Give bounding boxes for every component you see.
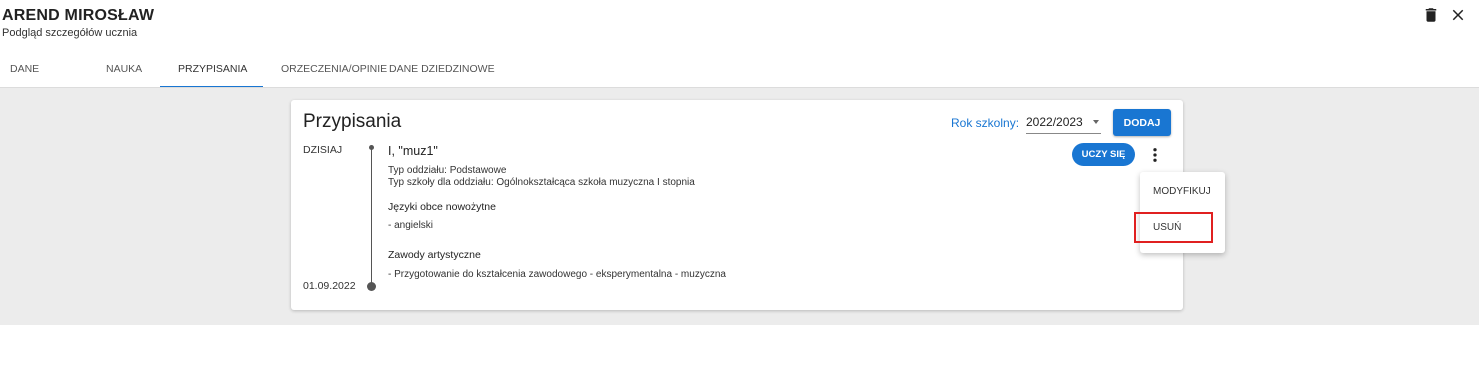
timeline-dot-bottom — [367, 282, 376, 291]
card-title: Przypisania — [303, 111, 402, 132]
languages-title: Języki obce nowożytne — [388, 201, 496, 213]
dialog-subtitle: Podgląd szczegółów ucznia — [2, 27, 138, 39]
tab-orzeczenia-opinie[interactable]: ORZECZENIA/OPINIE — [263, 52, 389, 88]
tab-dane-dziedzinowe[interactable]: DANE DZIEDZINOWE — [389, 52, 529, 88]
status-badge[interactable]: UCZY SIĘ — [1072, 143, 1135, 166]
menu-item-modify[interactable]: MODYFIKUJ — [1153, 186, 1211, 197]
school-year-label: Rok szkolny: — [951, 116, 1020, 130]
languages-value: - angielski — [388, 220, 434, 231]
timeline-dot-top — [369, 145, 374, 150]
branch-type: Typ oddziału: Podstawowe — [388, 165, 507, 176]
tab-przypisania[interactable]: PRZYPISANIA — [160, 52, 263, 88]
chevron-down-icon — [1093, 120, 1099, 124]
tab-bar: DANE IDENT. NAUKA PRZYPISANIA ORZECZENIA… — [0, 52, 529, 109]
trash-icon[interactable] — [1422, 6, 1440, 24]
assignments-card: Przypisania Rok szkolny: 2022/2023 DODAJ… — [291, 100, 1183, 310]
school-year-select[interactable]: 2022/2023 — [1026, 110, 1101, 134]
tab-nauka[interactable]: NAUKA — [80, 52, 160, 88]
highlight-box — [1134, 212, 1213, 243]
school-type: Typ szkoły dla oddziału: Ogólnokształcąc… — [388, 177, 695, 188]
tab-dane-ident[interactable]: DANE IDENT. — [0, 52, 80, 109]
student-name: AREND MIROSŁAW — [2, 7, 155, 24]
school-year-value: 2022/2023 — [1026, 115, 1083, 129]
timeline-date-today: DZISIAJ — [303, 144, 343, 156]
dialog-header: AREND MIROSŁAW Podgląd szczegółów ucznia… — [0, 0, 1479, 109]
art-professions-title: Zawody artystyczne — [388, 249, 481, 261]
class-name: I, "muz1" — [388, 144, 438, 158]
close-icon[interactable] — [1449, 6, 1467, 24]
more-vertical-icon[interactable] — [1146, 146, 1164, 164]
add-button[interactable]: DODAJ — [1113, 109, 1171, 136]
timeline-line — [371, 148, 372, 287]
timeline-date-start: 01.09.2022 — [303, 280, 356, 292]
art-professions-value: - Przygotowanie do kształcenia zawodoweg… — [388, 269, 726, 280]
